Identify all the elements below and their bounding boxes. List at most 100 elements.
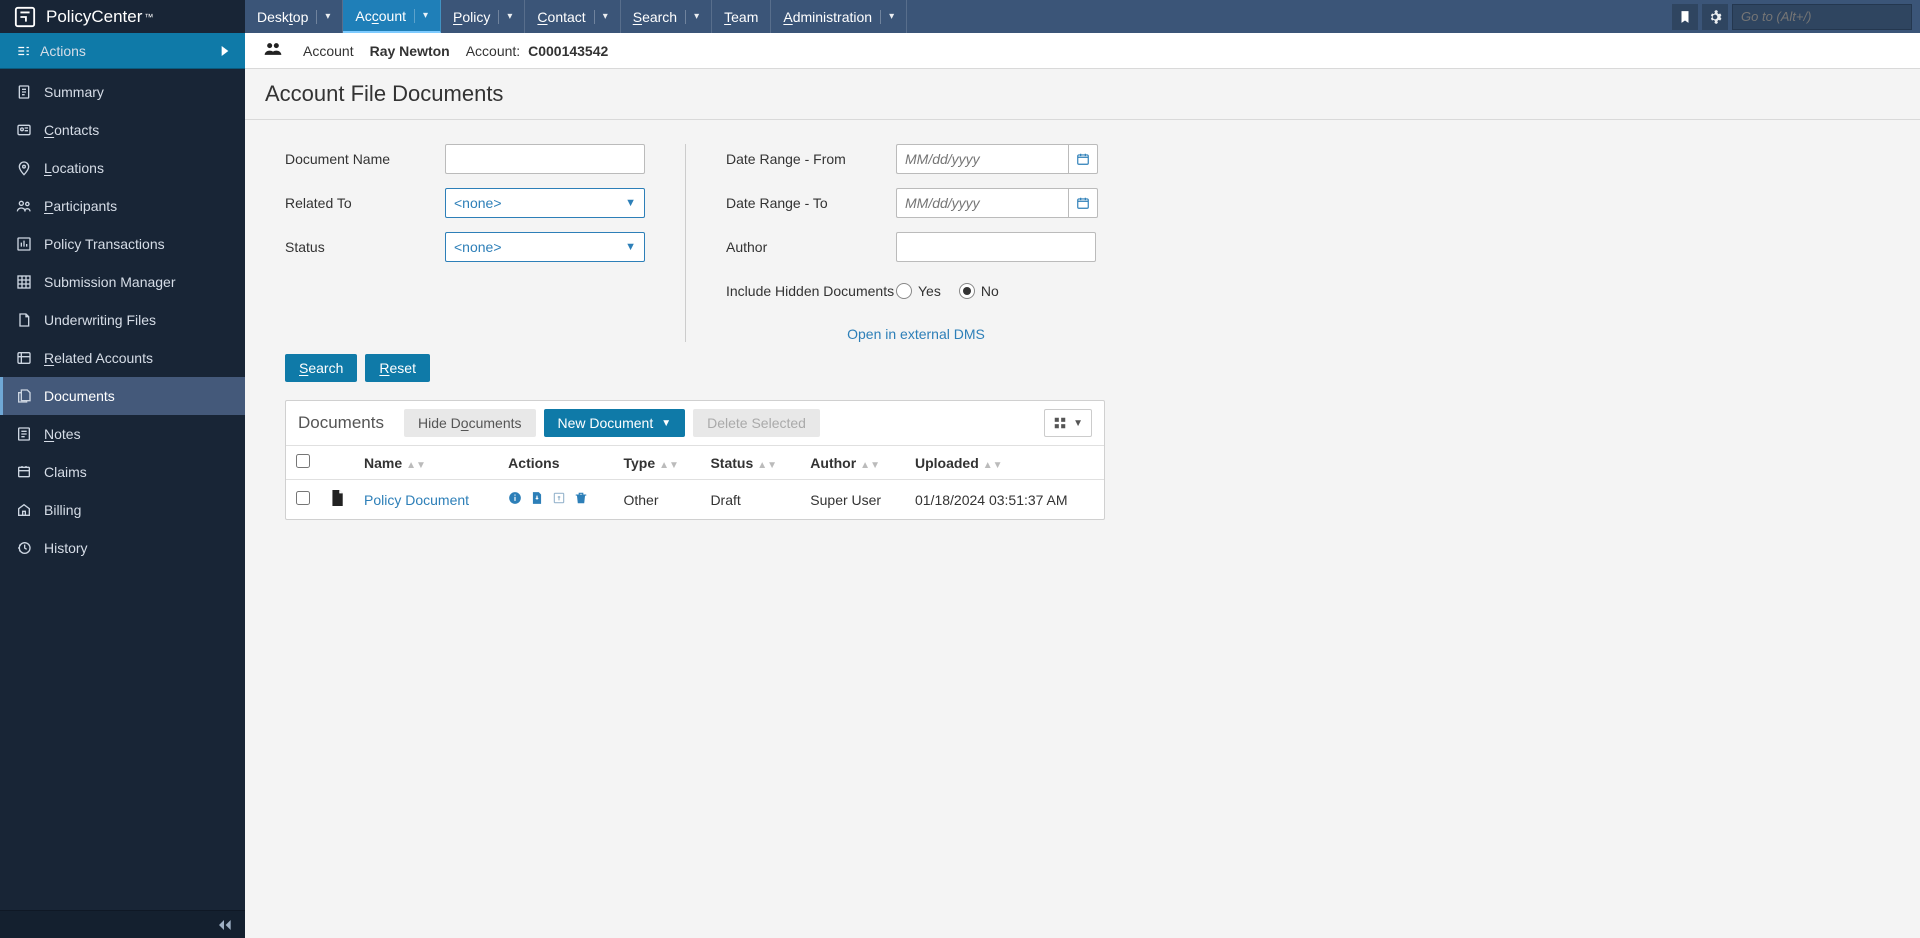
sidebar-collapse[interactable] (0, 910, 245, 938)
people-icon (16, 198, 32, 214)
sidebar-item-underwriting-files[interactable]: Underwriting Files (0, 301, 245, 339)
sidebar-item-summary[interactable]: Summary (0, 73, 245, 111)
sidebar-item-claims[interactable]: Claims (0, 453, 245, 491)
sidebar-item-label: Submission Manager (44, 274, 176, 290)
cell-status: Draft (700, 480, 800, 520)
download-icon[interactable] (530, 491, 544, 508)
author-label: Author (726, 239, 896, 255)
history-icon (16, 540, 32, 556)
search-button[interactable]: Search (285, 354, 357, 382)
sidebar-item-submission-manager[interactable]: Submission Manager (0, 263, 245, 301)
sidebar-item-label: Participants (44, 198, 117, 214)
context-account-number: C000143542 (528, 43, 608, 59)
actions-menu[interactable]: Actions (0, 33, 245, 69)
include-hidden-no[interactable]: No (959, 283, 999, 299)
include-hidden-radios: Yes No (896, 283, 999, 299)
documents-panel: Documents Hide Documents New Document ▼ … (285, 400, 1105, 520)
chevron-down-icon: ▾ (685, 10, 699, 24)
date-from-picker-button[interactable] (1068, 144, 1098, 174)
status-select[interactable]: <none> ▼ (445, 232, 645, 262)
sidebar-item-related-accounts[interactable]: Related Accounts (0, 339, 245, 377)
sidebar-nav: Summary ContactsLocations Participants Poli… (0, 69, 245, 910)
delete-icon[interactable] (574, 491, 588, 508)
bookmark-icon[interactable] (1672, 4, 1698, 30)
billing-icon (16, 502, 32, 518)
calendar-icon (1076, 152, 1090, 166)
chevron-down-icon: ▾ (498, 10, 512, 24)
topnav-administration[interactable]: Administration▾ (771, 0, 907, 33)
sidebar-item-notes[interactable]: Notes (0, 415, 245, 453)
date-from-label: Date Range - From (726, 151, 896, 167)
topnav-search[interactable]: Search▾ (621, 0, 712, 33)
sidebar-item-documents[interactable]: Documents (0, 377, 245, 415)
chevron-down-icon: ▼ (661, 418, 671, 429)
topbar: PolicyCenter™ Desktop▾Account▾Policy▾Con… (0, 0, 1920, 33)
topnav-contact[interactable]: Contact▾ (525, 0, 620, 33)
gear-icon[interactable] (1702, 4, 1728, 30)
topnav: Desktop▾Account▾Policy▾Contact▾Search▾Te… (245, 0, 1672, 33)
sort-icon: ▲▼ (659, 460, 679, 471)
doc-name-link[interactable]: Policy Document (354, 480, 498, 520)
pin-icon (16, 160, 32, 176)
chevron-down-icon: ▼ (1073, 418, 1083, 429)
sidebar-item-participants[interactable]: Participants (0, 187, 245, 225)
goto-input[interactable] (1732, 4, 1912, 30)
sidebar-item-history[interactable]: History (0, 529, 245, 567)
account-people-icon (263, 41, 283, 60)
sidebar-item-billing[interactable]: Billing (0, 491, 245, 529)
sidebar-item-contacts[interactable]: Contacts (0, 111, 245, 149)
view-mode-toggle[interactable]: ▼ (1044, 409, 1092, 437)
sidebar-item-label: Policy Transactions (44, 236, 165, 252)
chevron-down-icon: ▾ (880, 10, 894, 24)
id-icon (16, 122, 32, 138)
include-hidden-yes[interactable]: Yes (896, 283, 941, 299)
date-to-label: Date Range - To (726, 195, 896, 211)
doc-name-input[interactable] (445, 144, 645, 174)
col-uploaded[interactable]: Uploaded▲▼ (905, 446, 1104, 480)
topnav-team[interactable]: Team▾ (712, 0, 771, 33)
select-all-checkbox[interactable] (296, 454, 310, 468)
doc-icon (16, 312, 32, 328)
actions-icon (16, 44, 30, 58)
topnav-policy[interactable]: Policy▾ (441, 0, 525, 33)
documents-title: Documents (298, 413, 384, 433)
info-icon[interactable] (508, 491, 522, 508)
sidebar-item-locations[interactable]: Locations (0, 149, 245, 187)
col-name[interactable]: Name▲▼ (354, 446, 498, 480)
chevron-down-icon: ▼ (625, 197, 636, 209)
open-external-dms-link[interactable]: Open in external DMS (847, 326, 985, 342)
grid-icon (16, 274, 32, 290)
author-input[interactable] (896, 232, 1096, 262)
table-row: Policy DocumentOtherDraftSuper User01/18… (286, 480, 1104, 520)
col-actions: Actions (498, 446, 613, 480)
page-title: Account File Documents (245, 69, 1920, 120)
reset-button[interactable]: Reset (365, 354, 430, 382)
topnav-desktop[interactable]: Desktop▾ (245, 0, 343, 33)
date-to-picker-button[interactable] (1068, 188, 1098, 218)
related-to-select[interactable]: <none> ▼ (445, 188, 645, 218)
col-author[interactable]: Author▲▼ (800, 446, 905, 480)
row-checkbox[interactable] (296, 491, 310, 505)
upload-icon[interactable] (552, 491, 566, 508)
new-document-button[interactable]: New Document ▼ (544, 409, 686, 437)
sidebar-item-label: Related Accounts (44, 350, 153, 366)
sidebar-item-label: Claims (44, 464, 87, 480)
grid-icon (1053, 416, 1067, 430)
date-from-input[interactable] (896, 144, 1068, 174)
sidebar-item-label: Notes (44, 426, 81, 442)
sidebar-item-label: Summary (44, 84, 104, 100)
chevron-down-icon: ▾ (316, 10, 330, 24)
date-to-input[interactable] (896, 188, 1068, 218)
related-to-label: Related To (285, 195, 445, 211)
hide-documents-button[interactable]: Hide Documents (404, 409, 536, 437)
sidebar-item-label: Documents (44, 388, 115, 404)
chevron-down-icon: ▾ (594, 10, 608, 24)
main-content: Account File Documents Document Name Rel… (245, 69, 1920, 938)
col-status[interactable]: Status▲▼ (700, 446, 800, 480)
topnav-account[interactable]: Account▾ (343, 0, 441, 33)
sidebar-item-policy-transactions[interactable]: Policy Transactions (0, 225, 245, 263)
col-type[interactable]: Type▲▼ (613, 446, 700, 480)
chevron-double-left-icon (217, 920, 231, 930)
cell-uploaded: 01/18/2024 03:51:37 AM (905, 480, 1104, 520)
delete-selected-button[interactable]: Delete Selected (693, 409, 820, 437)
